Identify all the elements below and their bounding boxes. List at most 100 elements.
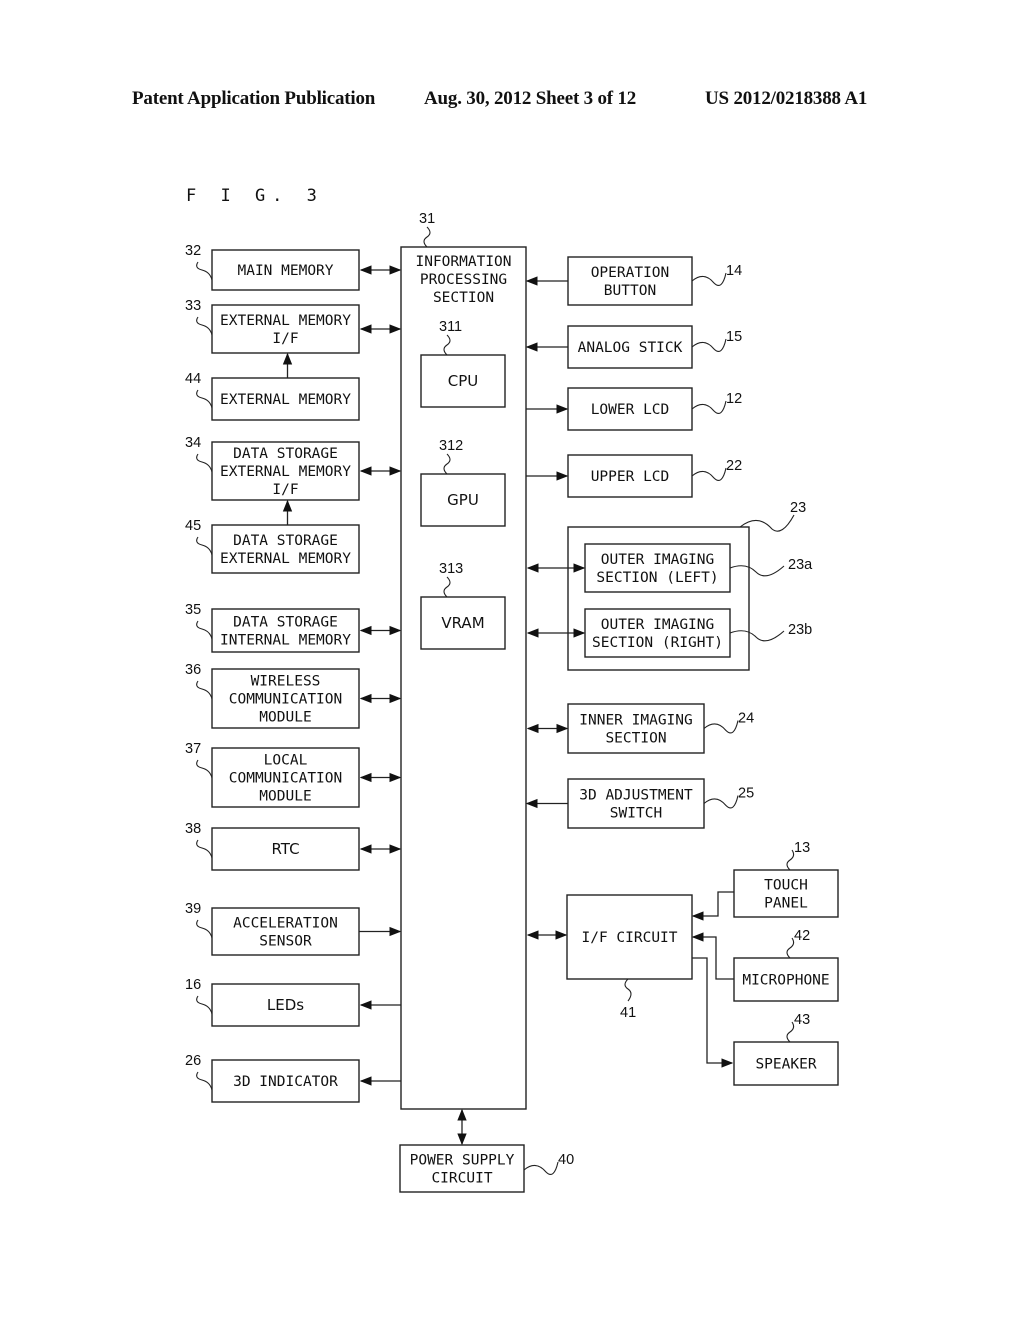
ref-number-16: 16 xyxy=(185,977,201,993)
block-33-external-memory-i-f: EXTERNAL MEMORY I/F xyxy=(211,304,360,354)
ref-number-12: 12 xyxy=(726,391,742,407)
block-36-wireless-communication-module-label: MODULE xyxy=(259,710,311,726)
connector-43 xyxy=(692,957,734,1068)
block-24-inner-imaging-section-label: SECTION xyxy=(605,731,666,747)
inner-block-gpu-label: GPU xyxy=(447,491,479,509)
block-24-inner-imaging-section: INNER IMAGING SECTION xyxy=(567,703,705,754)
block-16-leds: LEDs xyxy=(211,983,360,1027)
leader-line-32 xyxy=(196,261,213,281)
ref-number-23a: 23a xyxy=(788,557,813,573)
inner-block-vram-label: VRAM xyxy=(441,614,484,632)
ref-number-312: 312 xyxy=(439,438,463,454)
block-33-external-memory-i-f-label: I/F xyxy=(272,331,298,347)
leader-line-15 xyxy=(691,338,727,352)
ref-number-23: 23 xyxy=(790,500,806,516)
block-40-power-supply-circuit: POWER SUPPLY CIRCUIT xyxy=(399,1144,525,1193)
leader-line-16 xyxy=(196,995,213,1015)
block-37-local-communication-module-label: COMMUNICATION xyxy=(229,771,343,787)
block-12-lower-lcd-label: LOWER LCD xyxy=(591,402,670,418)
leader-line-44 xyxy=(196,389,213,409)
leader-line-14 xyxy=(691,272,727,286)
ref-number-24: 24 xyxy=(738,711,754,727)
block-38-rtc: RTC xyxy=(211,827,360,871)
block-32-main-memory-label: MAIN MEMORY xyxy=(237,263,333,279)
leader-line-24 xyxy=(703,720,739,734)
ref-number-32: 32 xyxy=(185,243,201,259)
leader-line-35 xyxy=(196,620,213,640)
block-44-external-memory-label: EXTERNAL MEMORY xyxy=(220,392,351,408)
block-32-main-memory: MAIN MEMORY xyxy=(211,249,360,291)
block-23b-outer-imaging-section-right-label: OUTER IMAGING xyxy=(601,617,715,633)
block-34-data-storage-external-memory-i-f-label: I/F xyxy=(272,482,298,498)
block-36-wireless-communication-module-label: WIRELESS xyxy=(251,674,321,690)
block-37-local-communication-module-label: MODULE xyxy=(259,789,311,805)
block-39-acceleration-sensor-label: SENSOR xyxy=(259,934,312,950)
block-35-data-storage-internal-memory-label: DATA STORAGE xyxy=(233,615,338,631)
leader-line-22 xyxy=(691,467,727,481)
ref-number-313: 313 xyxy=(439,561,463,577)
block-23a-outer-imaging-section-left: OUTER IMAGING SECTION (LEFT) xyxy=(584,543,731,593)
block-24-inner-imaging-section-label: INNER IMAGING xyxy=(579,713,693,729)
ref-number-36: 36 xyxy=(185,662,201,678)
block-36-wireless-communication-module: WIRELESS COMMUNICATION MODULE xyxy=(211,668,360,729)
ref-number-14: 14 xyxy=(726,263,742,279)
block-22-upper-lcd: UPPER LCD xyxy=(567,454,693,498)
block-23b-outer-imaging-section-right-label: SECTION (RIGHT) xyxy=(592,635,723,651)
block-34-data-storage-external-memory-i-f-label: EXTERNAL MEMORY xyxy=(220,464,351,480)
ref-number-45: 45 xyxy=(185,518,201,534)
ref-number-33: 33 xyxy=(185,298,201,314)
block-38-rtc-label: RTC xyxy=(271,840,299,858)
leader-line-31 xyxy=(423,226,431,248)
block-40-power-supply-circuit-label: CIRCUIT xyxy=(431,1171,492,1187)
leader-line-34 xyxy=(196,453,213,473)
inner-block-cpu-label: CPU xyxy=(448,372,479,390)
leader-line-38 xyxy=(196,839,213,859)
block-37-local-communication-module-label: LOCAL xyxy=(264,753,308,769)
ref-number-37: 37 xyxy=(185,741,201,757)
block-43-speaker-label: SPEAKER xyxy=(755,1057,816,1073)
ref-number-44: 44 xyxy=(185,371,201,387)
inner-block-cpu: CPU xyxy=(420,354,506,408)
ref-number-39: 39 xyxy=(185,901,201,917)
block-44-external-memory: EXTERNAL MEMORY xyxy=(211,377,360,421)
block-15-analog-stick-label: ANALOG STICK xyxy=(578,340,683,356)
block-45-data-storage-external-memory-label: DATA STORAGE xyxy=(233,533,338,549)
ref-number-40: 40 xyxy=(558,1152,574,1168)
block-22-upper-lcd-label: UPPER LCD xyxy=(591,469,670,485)
block-41-if-circuit: I/F CIRCUIT xyxy=(566,894,693,980)
ref-number-26: 26 xyxy=(185,1053,201,1069)
block-diagram: INFORMATION PROCESSING SECTION 31 CPU 311 GPU 3… xyxy=(185,211,839,1193)
inner-block-vram: VRAM xyxy=(420,596,506,650)
ref-number-38: 38 xyxy=(185,821,201,837)
block-15-analog-stick: ANALOG STICK xyxy=(567,325,693,369)
ref-number-25: 25 xyxy=(738,786,754,802)
ref-number-13: 13 xyxy=(794,840,810,856)
block-42-microphone-label: MICROPHONE xyxy=(742,973,829,989)
block-42-microphone: MICROPHONE xyxy=(733,957,839,1002)
block-25-3d-adjustment-switch: 3D ADJUSTMENT SWITCH xyxy=(567,778,705,829)
block-12-lower-lcd: LOWER LCD xyxy=(567,387,693,431)
block-34-data-storage-external-memory-i-f-label: DATA STORAGE xyxy=(233,446,338,462)
block-23b-outer-imaging-section-right: OUTER IMAGING SECTION (RIGHT) xyxy=(584,608,731,658)
ref-number-23b: 23b xyxy=(788,622,812,638)
block-25-3d-adjustment-switch-label: SWITCH xyxy=(610,806,662,822)
ref-number-35: 35 xyxy=(185,602,201,618)
leader-line-40 xyxy=(523,1161,559,1175)
block-40-power-supply-circuit-label: POWER SUPPLY xyxy=(410,1153,515,1169)
leader-line-25 xyxy=(703,795,739,809)
block-41-if-circuit-label: I/F CIRCUIT xyxy=(581,930,677,946)
block-13-touch-panel: TOUCH PANEL xyxy=(733,869,839,918)
ref-number-15: 15 xyxy=(726,329,742,345)
block-45-data-storage-external-memory-label: EXTERNAL MEMORY xyxy=(220,551,351,567)
block-14-operation-button-label: BUTTON xyxy=(604,283,656,299)
block-35-data-storage-internal-memory: DATA STORAGE INTERNAL MEMORY xyxy=(211,608,360,653)
block-13-touch-panel-label: PANEL xyxy=(764,896,808,912)
block-39-acceleration-sensor-label: ACCELERATION xyxy=(233,916,338,932)
block-37-local-communication-module: LOCAL COMMUNICATION MODULE xyxy=(211,747,360,808)
ref-number-34: 34 xyxy=(185,435,201,451)
leader-line-37 xyxy=(196,759,213,779)
leader-line-13 xyxy=(786,849,795,871)
block-13-touch-panel-label: TOUCH xyxy=(764,878,808,894)
information-processing-section-label: INFORMATION xyxy=(415,254,511,270)
information-processing-section-label: SECTION xyxy=(433,290,494,306)
